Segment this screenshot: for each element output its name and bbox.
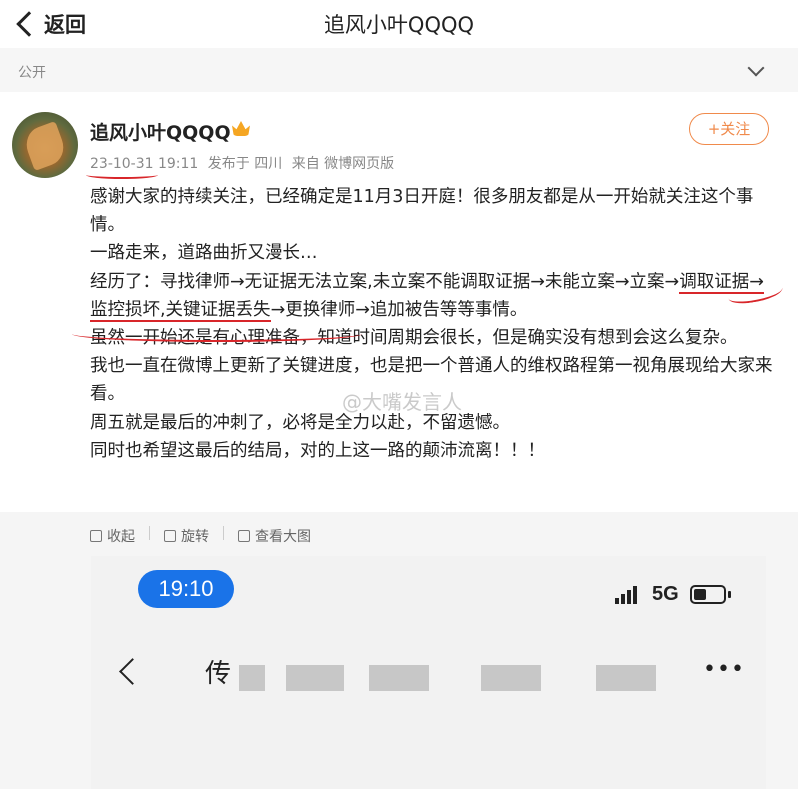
- privacy-label: 公开: [18, 65, 46, 81]
- mosaic-blur: [239, 665, 265, 691]
- chevron-down-icon[interactable]: [747, 59, 765, 77]
- battery-icon: [690, 585, 726, 604]
- attached-screenshot[interactable]: 19:10 5G 传 •••: [91, 556, 766, 789]
- rotate-icon: [164, 530, 176, 542]
- mosaic-blur: [596, 665, 656, 691]
- mosaic-blur: [286, 665, 344, 691]
- signal-icon: [615, 586, 639, 604]
- post-line: 经历了：寻找律师→无证据无法立案,未立案不能调取证据→未能立案→立案→调取证据→…: [90, 271, 764, 322]
- mosaic-blur: [369, 665, 429, 691]
- author-name[interactable]: 追风小叶QQQQ: [90, 118, 231, 145]
- chevron-left-icon: [119, 658, 146, 685]
- leaf-image: [21, 121, 69, 171]
- post-location: 发布于 四川: [207, 156, 283, 172]
- mosaic-blur: [481, 665, 541, 691]
- post-line: 一路走来，道路曲折又漫长…: [90, 243, 318, 264]
- post-line: 同时也希望这最后的结局，对的上这一路的颠沛流离！！！: [90, 440, 545, 461]
- collapse-icon: [90, 530, 102, 542]
- privacy-selector[interactable]: 公开: [0, 48, 798, 92]
- rotate-button[interactable]: 旋转: [164, 526, 209, 546]
- status-time: 19:10: [138, 570, 234, 608]
- battery-tip: [728, 591, 731, 598]
- top-nav-bar: 返回 追风小叶QQQQ: [0, 0, 798, 48]
- network-type: 5G: [652, 583, 679, 605]
- chat-title: 传: [205, 659, 232, 689]
- image-toolbar: 收起 旋转 查看大图: [90, 526, 325, 546]
- follow-button[interactable]: +关注: [689, 113, 769, 145]
- divider: [223, 526, 224, 540]
- collapse-button[interactable]: 收起: [90, 526, 135, 546]
- divider: [149, 526, 150, 540]
- view-large-icon: [238, 530, 250, 542]
- post-meta: 23-10-31 19:11 发布于 四川 来自 微博网页版: [90, 153, 399, 173]
- annotation-underline: [86, 171, 158, 179]
- page-title: 追风小叶QQQQ: [323, 13, 475, 37]
- watermark: @大嘴发言人: [342, 390, 462, 414]
- post-time: 23-10-31 19:11: [90, 156, 199, 172]
- view-large-button[interactable]: 查看大图: [238, 526, 311, 546]
- post-source[interactable]: 来自 微博网页版: [292, 156, 394, 172]
- post-content: 感谢大家的持续关注，已经确定是11月3日开庭！很多朋友都是从一开始就关注这个事情…: [90, 183, 780, 465]
- avatar[interactable]: [12, 112, 78, 178]
- more-icon: •••: [703, 657, 745, 682]
- post-line: 感谢大家的持续关注，已经确定是11月3日开庭！很多朋友都是从一开始就关注这个事情…: [90, 187, 754, 236]
- annotation-curve: [72, 326, 362, 342]
- crown-badge-icon: [232, 121, 250, 136]
